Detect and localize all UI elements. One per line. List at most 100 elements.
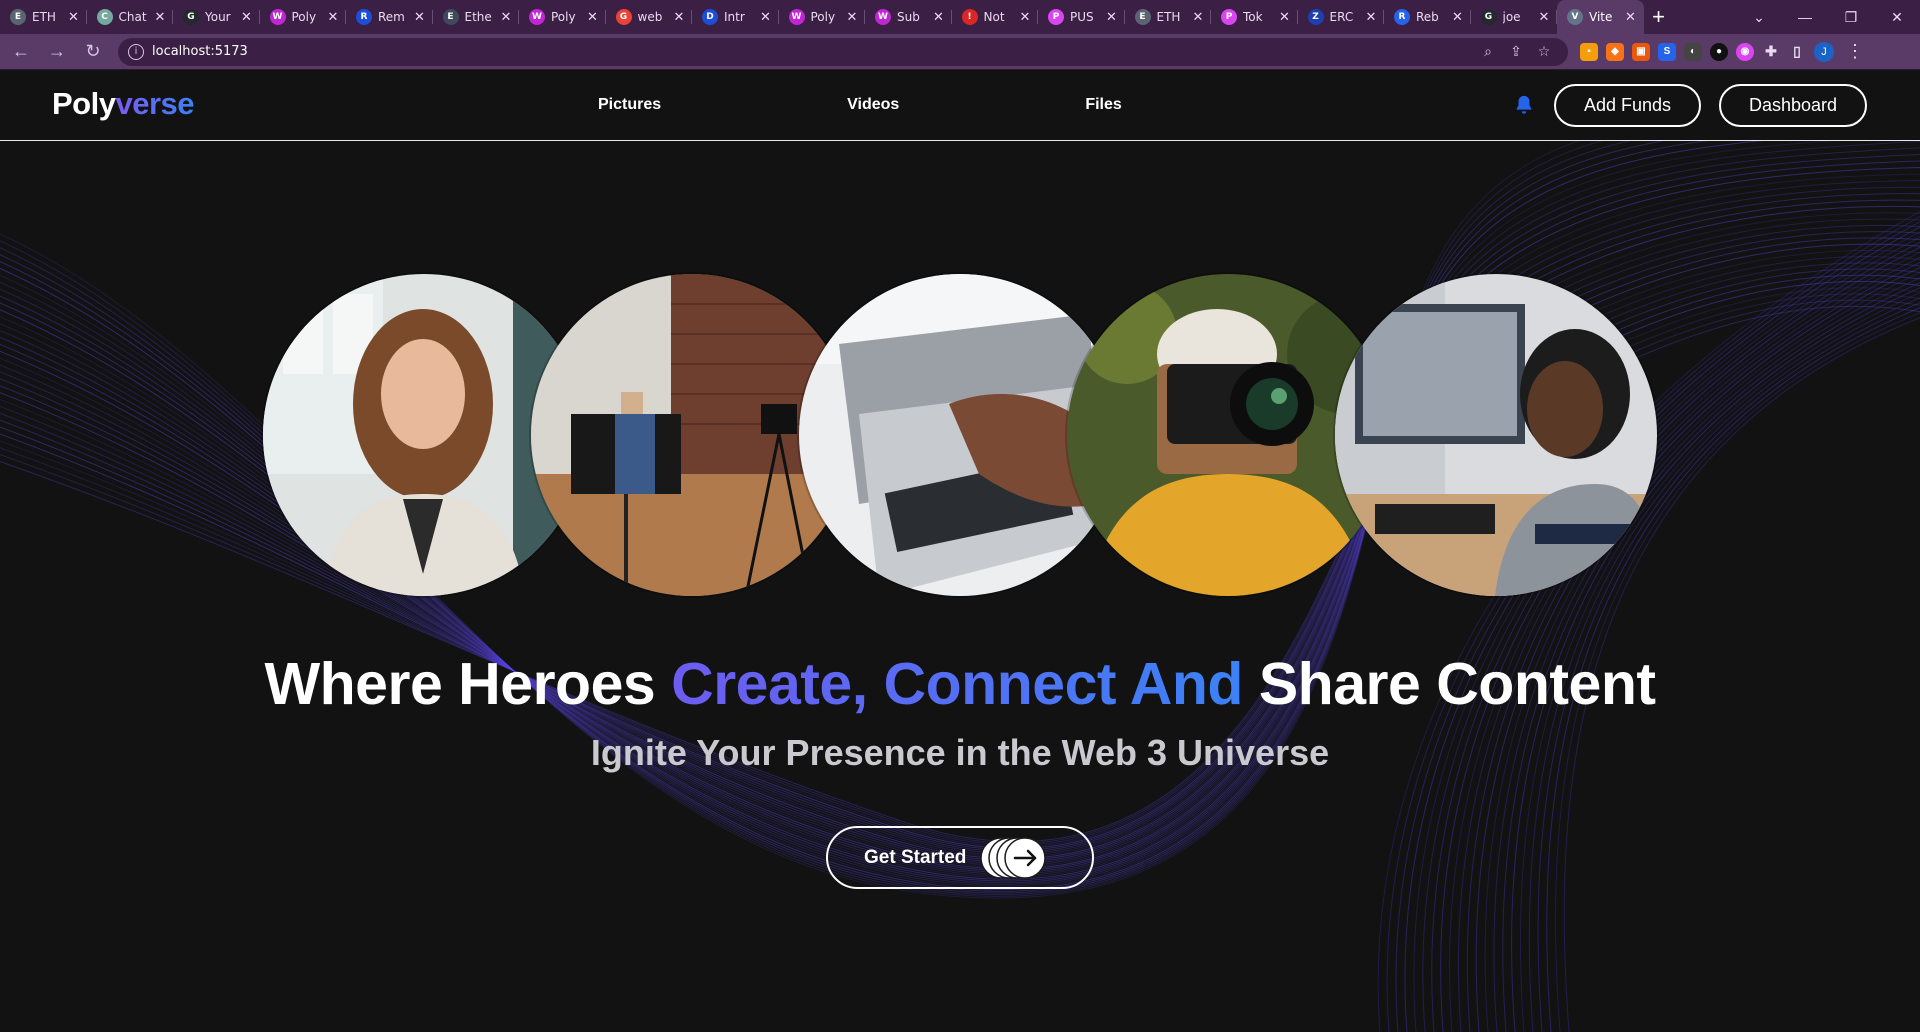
tab-title: ETH [1156,10,1181,24]
nav-link-files[interactable]: Files [1085,96,1121,114]
browser-tab[interactable]: ! Not ✕ [952,0,1039,34]
tab-close-icon[interactable]: ✕ [932,10,946,25]
browser-tab[interactable]: Gweb ✕ [606,0,693,34]
tab-title: Sub [897,10,920,24]
tab-close-icon[interactable]: ✕ [326,10,340,25]
browser-tab[interactable]: R Rem ✕ [346,0,433,34]
site-logo[interactable]: Polyverse [52,86,194,122]
minimize-button[interactable]: — [1782,0,1828,34]
tab-favicon-icon: P [1221,9,1237,25]
extensions-puzzle-icon[interactable]: ✚ [1762,43,1780,61]
tab-close-icon[interactable]: ✕ [153,10,167,25]
browser-tab[interactable]: Gjoe ✕ [1471,0,1558,34]
tab-close-icon[interactable]: ✕ [1018,10,1032,25]
tab-favicon-icon: ! [961,9,978,25]
extension-icon[interactable]: ▪ [1580,42,1598,61]
browser-tab[interactable]: W Poly ✕ [779,0,866,34]
close-window-button[interactable]: ✕ [1874,0,1920,34]
hero-headline: Where Heroes Create, Connect And Share C… [0,650,1920,718]
side-panel-icon[interactable]: ▯ [1788,43,1806,61]
nav-link-pictures[interactable]: Pictures [598,96,661,114]
browser-tab[interactable]: P PUS ✕ [1038,0,1125,34]
back-button[interactable]: ← [6,37,36,67]
restore-button[interactable]: ❐ [1828,0,1874,34]
add-funds-button[interactable]: Add Funds [1554,84,1701,127]
browser-tab[interactable]: C Chat ✕ [87,0,174,34]
browser-menu-icon[interactable]: ⋮ [1846,41,1864,62]
headline-part3: Share Content [1242,651,1656,717]
profile-avatar[interactable]: J [1814,41,1834,62]
forward-button[interactable]: → [42,37,72,67]
extensions-area: ▪ ◆ ▣ S ◐ ● ◉ ✚ ▯ J ⋮ [1580,41,1864,62]
tab-close-icon[interactable]: ✕ [1191,10,1205,25]
browser-tab[interactable]: E Ethe ✕ [433,0,520,34]
tab-close-icon[interactable]: ✕ [759,10,773,25]
site-info-icon[interactable]: i [128,43,144,60]
tab-title: joe [1502,10,1521,24]
bookmark-star-icon[interactable]: ☆ [1530,44,1558,60]
tab-title: web [637,10,663,24]
tab-title: Vite [1589,10,1613,24]
tab-close-icon[interactable]: ✕ [586,10,600,25]
tab-favicon-icon: G [183,9,199,25]
extension-dark-icon[interactable]: ● [1710,42,1728,61]
tab-favicon-icon: G [615,9,632,25]
tab-favicon-icon: W [529,9,545,25]
tab-title: Not [983,10,1005,24]
logo-text-part2: verse [115,86,194,121]
tab-close-icon[interactable]: ✕ [1624,10,1638,25]
extension-swirl-icon[interactable]: ◐ [1684,42,1702,61]
address-url[interactable]: localhost:5173 [152,44,1474,59]
browser-tab[interactable]: P Tok ✕ [1211,0,1298,34]
tab-title: Poly [810,10,836,24]
reload-button[interactable]: ↻ [78,37,108,67]
tab-title: Ethe [464,10,492,24]
tab-close-icon[interactable]: ✕ [413,10,427,25]
tab-favicon-icon: G [1480,9,1497,25]
browser-tab[interactable]: R Reb ✕ [1384,0,1471,34]
new-tab-button[interactable]: + [1644,0,1674,34]
share-icon[interactable]: ⇪ [1502,44,1530,60]
browser-tab[interactable]: E ETH ✕ [0,0,87,34]
browser-tab[interactable]: Z ERC ✕ [1298,0,1385,34]
tab-favicon-icon: P [1048,9,1064,25]
tab-close-icon[interactable]: ✕ [240,10,254,25]
browser-tab[interactable]: W Sub ✕ [865,0,952,34]
tab-close-icon[interactable]: ✕ [1364,10,1378,25]
notification-bell-icon[interactable] [1513,94,1535,116]
metamask-fox-icon[interactable]: ◆ [1606,42,1624,61]
tab-close-icon[interactable]: ✕ [845,10,859,25]
tab-favicon-icon: R [1394,9,1410,25]
browser-tab[interactable]: G Your ✕ [173,0,260,34]
tab-title: Chat [118,10,147,24]
browser-tab[interactable]: D Intr ✕ [692,0,779,34]
tab-strip: E ETH ✕ C Chat ✕ G Your ✕ W Poly ✕ R Rem ✕ E Ethe ✕ W Poly ✕… [0,0,1644,34]
tab-favicon-icon: W [788,9,805,25]
browser-tab[interactable]: W Poly ✕ [260,0,347,34]
extension-off-icon[interactable]: ▣ [1632,42,1650,61]
tab-favicon-icon: E [442,9,459,25]
zoom-icon[interactable]: ⌕ [1474,44,1502,60]
tab-close-icon[interactable]: ✕ [1537,10,1551,25]
tab-close-icon[interactable]: ✕ [499,10,513,25]
tab-close-icon[interactable]: ✕ [672,10,686,25]
address-bar[interactable]: i localhost:5173 ⌕ ⇪ ☆ [118,37,1568,66]
tab-favicon-icon: E [10,9,26,25]
tab-title: ERC [1329,10,1354,24]
browser-tab[interactable]: W Poly ✕ [519,0,606,34]
extension-sh-icon[interactable]: S [1658,42,1676,61]
browser-tab[interactable]: E ETH ✕ [1125,0,1212,34]
tab-title: Your [205,10,231,24]
extension-pink-icon[interactable]: ◉ [1736,42,1754,61]
tab-close-icon[interactable]: ✕ [67,10,81,25]
dashboard-button[interactable]: Dashboard [1719,84,1867,127]
tab-close-icon[interactable]: ✕ [1451,10,1465,25]
get-started-button[interactable]: Get Started [826,826,1094,889]
browser-tab[interactable]: V Vite ✕ [1557,0,1644,34]
tab-favicon-icon: R [356,9,372,25]
tab-search-chevron-icon[interactable]: ⌄ [1736,0,1782,34]
tab-close-icon[interactable]: ✕ [1278,10,1292,25]
nav-link-videos[interactable]: Videos [847,96,899,114]
tab-close-icon[interactable]: ✕ [1105,10,1119,25]
tab-favicon-icon: Z [1307,9,1324,25]
